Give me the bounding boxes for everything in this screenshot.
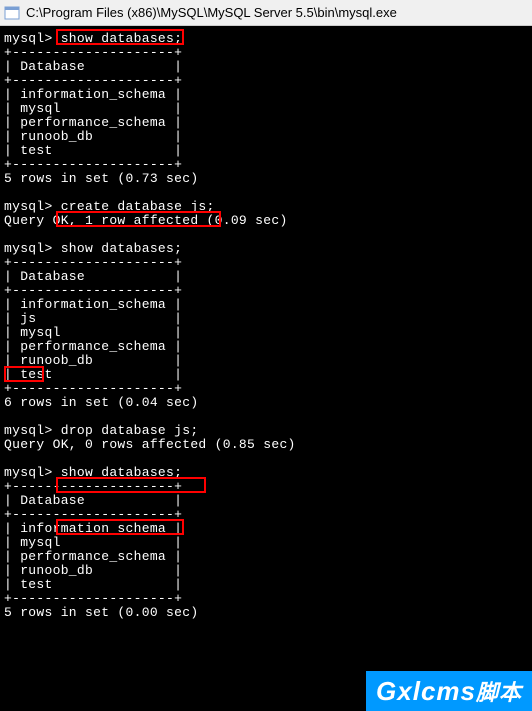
watermark-text-cn: 脚本 bbox=[476, 680, 522, 705]
window-title: C:\Program Files (x86)\MySQL\MySQL Serve… bbox=[26, 5, 397, 20]
command-show-databases-3: show databases; bbox=[53, 465, 183, 480]
column-header: | Database | bbox=[4, 269, 182, 284]
divider: +--------------------+ bbox=[4, 591, 182, 606]
table-row: | runoob_db | bbox=[4, 563, 182, 578]
command-show-databases-2: show databases; bbox=[53, 241, 183, 256]
watermark-text-en: Gxlcms bbox=[376, 676, 476, 706]
divider: +--------------------+ bbox=[4, 507, 182, 522]
window-titlebar: C:\Program Files (x86)\MySQL\MySQL Serve… bbox=[0, 0, 532, 26]
table-row: | information_schema | bbox=[4, 297, 182, 312]
table-row: | performance_schema | bbox=[4, 339, 182, 354]
table-row: | mysql | bbox=[4, 535, 182, 550]
result-text: Query OK, 0 rows affected (0.85 sec) bbox=[4, 437, 296, 452]
table-row: | mysql | bbox=[4, 325, 182, 340]
prompt: mysql> bbox=[4, 199, 53, 214]
result-text: 5 rows in set (0.73 sec) bbox=[4, 171, 198, 186]
table-row: | performance_schema | bbox=[4, 115, 182, 130]
prompt: mysql> bbox=[4, 241, 53, 256]
command-show-databases-1: show databases; bbox=[53, 31, 183, 46]
table-row: | runoob_db | bbox=[4, 129, 182, 144]
divider: +--------------------+ bbox=[4, 45, 182, 60]
column-header: | Database | bbox=[4, 59, 182, 74]
column-header: | Database | bbox=[4, 493, 182, 508]
result-text: 5 rows in set (0.00 sec) bbox=[4, 605, 198, 620]
divider: +--------------------+ bbox=[4, 255, 182, 270]
divider: +--------------------+ bbox=[4, 381, 182, 396]
prompt: mysql> bbox=[4, 465, 53, 480]
watermark: Gxlcms脚本 bbox=[366, 671, 532, 711]
table-row: | mysql | bbox=[4, 101, 182, 116]
result-text: 6 rows in set (0.04 sec) bbox=[4, 395, 198, 410]
command-drop-database: drop database js; bbox=[53, 423, 199, 438]
command-create-database: create database js; bbox=[53, 199, 215, 214]
prompt: mysql> bbox=[4, 423, 53, 438]
terminal-output[interactable]: mysql> show databases; +----------------… bbox=[0, 26, 532, 711]
result-text: Query OK, 1 row affected (0.09 sec) bbox=[4, 213, 288, 228]
divider: +--------------------+ bbox=[4, 479, 182, 494]
divider: +--------------------+ bbox=[4, 73, 182, 88]
table-row: | runoob_db | bbox=[4, 353, 182, 368]
divider: +--------------------+ bbox=[4, 157, 182, 172]
divider: +--------------------+ bbox=[4, 283, 182, 298]
table-row: | information_schema | bbox=[4, 87, 182, 102]
app-icon bbox=[4, 5, 20, 21]
table-row: | performance_schema | bbox=[4, 549, 182, 564]
table-row: | test | bbox=[4, 143, 182, 158]
table-row: | js | bbox=[4, 311, 182, 326]
prompt: mysql> bbox=[4, 31, 53, 46]
table-row: | test | bbox=[4, 577, 182, 592]
table-row: | information_schema | bbox=[4, 521, 182, 536]
table-row: | test | bbox=[4, 367, 182, 382]
